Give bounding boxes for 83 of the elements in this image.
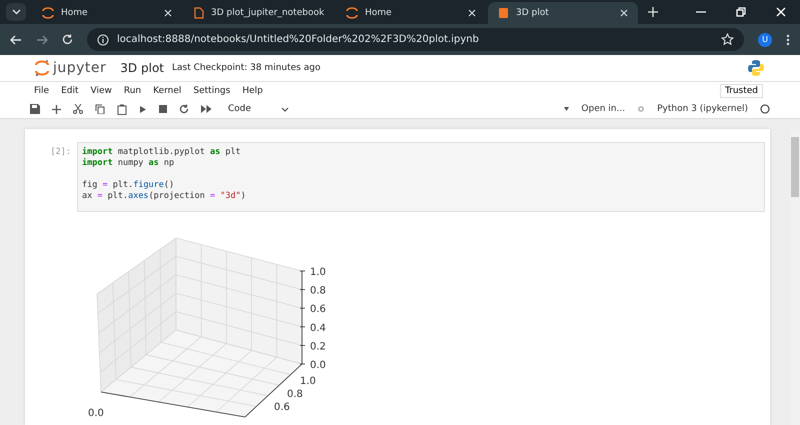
notebook-icon (498, 7, 509, 19)
close-icon[interactable] (620, 9, 628, 17)
info-icon (97, 34, 109, 46)
scissors-icon[interactable] (73, 104, 83, 114)
menu-item[interactable]: Settings (193, 86, 230, 96)
z-axis-tick-label: 0.2 (310, 341, 326, 352)
play-icon[interactable] (139, 104, 147, 114)
new-tab-icon[interactable] (648, 7, 658, 17)
browser-tab[interactable]: 3D plot (488, 2, 638, 24)
y-axis-tick-label: 0.8 (287, 389, 303, 400)
clipboard-icon[interactable] (117, 104, 127, 114)
trusted-badge[interactable]: Trusted (720, 84, 763, 98)
code-token: import (82, 158, 113, 168)
close-icon[interactable] (164, 9, 172, 17)
code-token: plt. (112, 180, 134, 190)
code-token: numpy (116, 158, 144, 168)
code-token: (projection (148, 191, 206, 201)
python-logo-icon (747, 59, 765, 77)
chevron-down-icon (12, 9, 20, 15)
menu-item[interactable]: File (34, 86, 50, 96)
restart-icon[interactable] (179, 104, 189, 114)
x-axis-tick-label: 0.0 (88, 408, 104, 419)
close-icon[interactable] (468, 9, 476, 17)
code-token: import (82, 147, 113, 157)
code-token: = (102, 180, 108, 190)
code-token: = (97, 191, 102, 201)
copy-icon[interactable] (95, 104, 105, 114)
code-token: fig (82, 180, 98, 190)
jupyter-logo-icon (42, 7, 54, 19)
menu-item[interactable]: Help (242, 86, 263, 96)
code-token: "3d" (220, 191, 241, 201)
menu-item[interactable]: Run (124, 86, 142, 96)
browser-tab[interactable]: Home (336, 2, 486, 24)
star-icon[interactable] (721, 33, 734, 46)
jupyter-logo-icon (346, 7, 358, 19)
z-axis-tick-label: 0.8 (310, 286, 326, 297)
back-arrow-icon[interactable] (10, 34, 22, 44)
code-token: ax (82, 191, 94, 201)
tab-search-button[interactable] (6, 3, 26, 21)
code-token: = (210, 191, 216, 201)
fast-forward-icon[interactable] (201, 105, 212, 113)
code-token: np (162, 158, 174, 168)
browser-tab[interactable]: Home (32, 2, 182, 24)
menu-item[interactable]: Kernel (153, 86, 182, 96)
kernel-name[interactable]: Python 3 (ipykernel) (657, 104, 748, 114)
profile-avatar[interactable]: U (758, 32, 772, 46)
z-axis-tick-label: 0.6 (310, 304, 326, 316)
jupyter-logo-icon (35, 59, 49, 77)
code-token: figure (133, 180, 164, 190)
z-axis-tick-label: 1.0 (310, 267, 326, 278)
last-checkpoint: Last Checkpoint: 38 minutes ago (172, 63, 320, 73)
z-axis-tick-label: 0.4 (310, 322, 326, 334)
y-axis-tick-label: 0.6 (274, 402, 290, 413)
code-token: ) (240, 191, 246, 201)
address-bar[interactable]: localhost:8888/notebooks/Untitled%20Folder%202%2F3D%20plot.ipynb (87, 28, 744, 51)
code-cell-editor[interactable]: import matplotlib.pyplot as plt import numpy as np fig = plt.figure() ax = plt.axes(projection = "3d") (77, 142, 765, 212)
code-token: plt. (106, 191, 128, 201)
menu-item[interactable]: Edit (61, 86, 78, 96)
notebook-title[interactable]: 3D plot (120, 61, 164, 75)
kernel-status-icon (760, 104, 770, 114)
chevron-down-icon (281, 106, 290, 112)
caret-icon (564, 107, 570, 111)
jupyter-wordmark[interactable]: jupyter (53, 60, 106, 76)
open-in-button[interactable]: Open in... (581, 104, 626, 114)
save-icon[interactable] (30, 104, 40, 114)
y-axis-tick-label: 1.0 (300, 376, 316, 387)
code-token: () (164, 180, 174, 190)
code-token: plt (224, 147, 241, 157)
forward-arrow-icon[interactable] (36, 34, 48, 44)
code-token: as (148, 158, 159, 168)
z-axis-tick-label: 0.0 (310, 360, 326, 371)
code-token: matplotlib.pyplot (116, 147, 206, 157)
code-token: axes (128, 191, 149, 201)
restore-icon[interactable] (736, 7, 746, 17)
document-icon (194, 7, 204, 19)
menu-item[interactable]: View (90, 86, 112, 96)
cell-type-dropdown[interactable]: Code (224, 104, 290, 114)
reload-icon[interactable] (62, 34, 73, 45)
more-menu-icon[interactable] (786, 34, 790, 46)
browser-tab[interactable]: 3D plot_jupiter_notebook (184, 2, 334, 24)
code-token: as (210, 147, 220, 157)
execution-count: [2]: (50, 146, 72, 159)
plus-icon[interactable] (52, 104, 61, 114)
